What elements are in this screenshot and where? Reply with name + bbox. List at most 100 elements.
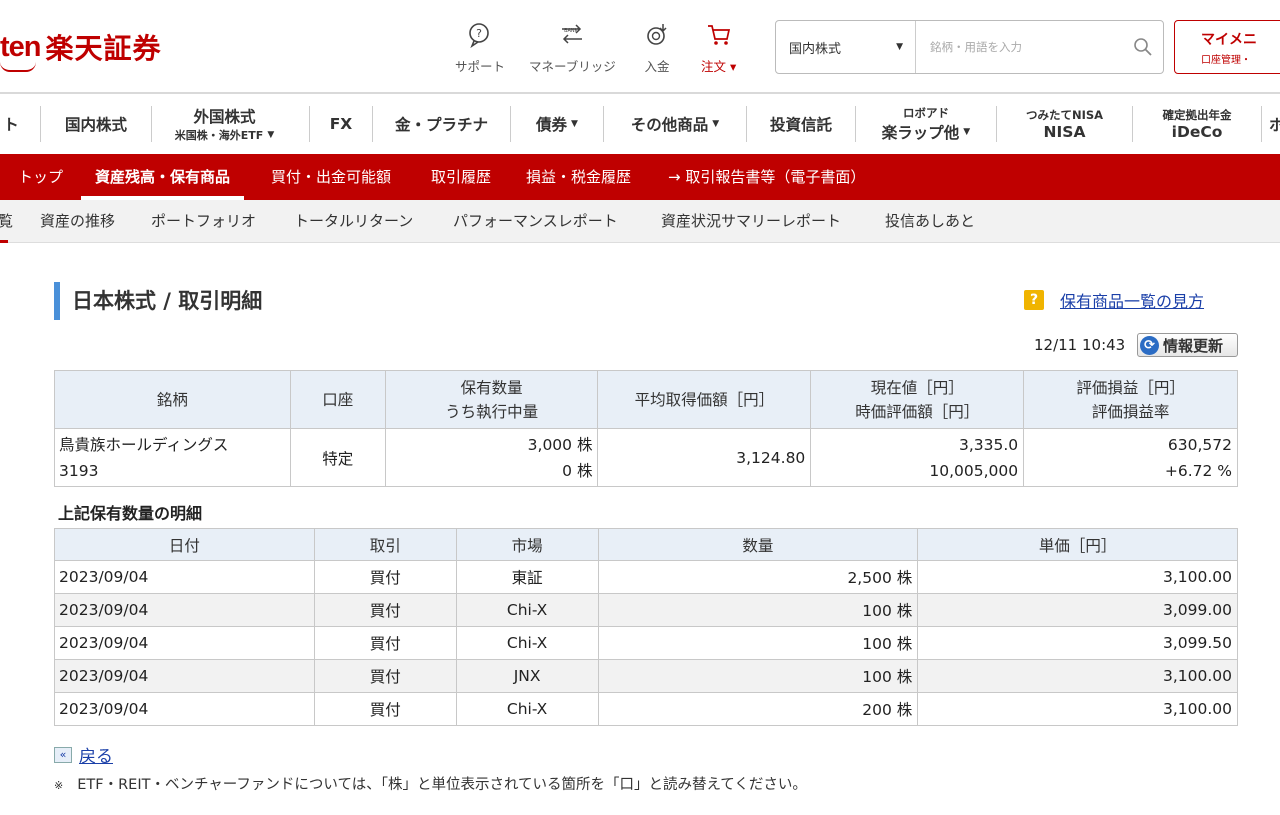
tab-asset-trend[interactable]: 資産の推移 — [40, 200, 115, 243]
support-label: サポート — [455, 59, 506, 74]
deposit-label: 入金 — [644, 59, 670, 74]
nav-item-foreign-stock[interactable]: 外国株式 米国株・海外ETF ▼ — [152, 94, 297, 154]
nav-label: iDeCo — [1171, 123, 1223, 141]
tab-pl-tax-history[interactable]: 損益・税金履歴 — [526, 154, 631, 200]
search-input[interactable] — [916, 21, 1123, 73]
search-box: 国内株式 ▼ — [775, 20, 1164, 74]
header-text: 評価損益率 — [1091, 402, 1170, 421]
cell-price: 3,099.00 — [917, 593, 1238, 627]
table-header-row: 銘柄 口座 保有数量 うち執行中量 平均取得価額［円］ 現在値［円］ 時価評価額［円… — [54, 370, 1238, 429]
support-button[interactable]: ? サポート — [455, 22, 505, 75]
search-category-select[interactable]: 国内株式 ▼ — [776, 21, 916, 73]
nav-toplabel: つみたてNISA — [1025, 108, 1104, 122]
chevron-down-icon: ▼ — [896, 42, 903, 52]
cell-market: Chi-X — [455, 692, 599, 726]
nav-item-gold[interactable]: 金・プラチナ — [373, 94, 510, 154]
note-text: ETF・REIT・ベンチャーファンドについては、「株」と単位表示されている箇所を… — [77, 777, 807, 793]
table-row: 2023/09/04 買付 東証 2,500 株 3,100.00 — [54, 560, 1238, 594]
nav-item-fx[interactable]: FX — [310, 94, 372, 154]
table-row: 2023/09/04 買付 Chi-X 100 株 3,099.50 — [54, 626, 1238, 660]
svg-text:?: ? — [476, 27, 482, 40]
cell-date: 2023/09/04 — [54, 692, 315, 726]
table-header-row: 日付 取引 市場 数量 単価［円］ — [54, 528, 1238, 561]
tab-list-partial[interactable]: 覧 — [0, 200, 13, 243]
refresh-icon: ⟳ — [1140, 335, 1159, 355]
chevron-down-icon: ▼ — [712, 119, 720, 129]
refresh-button[interactable]: ⟳ 情報更新 — [1137, 333, 1238, 357]
tab-summary-report[interactable]: 資産状況サマリーレポート — [661, 200, 841, 243]
cell-market: Chi-X — [455, 626, 599, 660]
nav-item-mutual-fund[interactable]: 投資信託 — [747, 94, 855, 154]
executing-quantity: 0 株 — [562, 461, 593, 480]
chevron-down-icon: ▼ — [571, 119, 578, 129]
current-price: 3,335.0 — [958, 435, 1019, 454]
col-header-qty: 数量 — [597, 528, 919, 561]
tab-trade-history[interactable]: 取引履歴 — [431, 154, 491, 200]
nav-label: 債券 — [536, 116, 568, 134]
nav-item-other-products[interactable]: その他商品 ▼ — [604, 94, 746, 154]
header-text: 保有数量 — [460, 378, 523, 397]
cell-price: 3,099.50 — [917, 626, 1238, 660]
account-type: 特定 — [289, 428, 386, 487]
deposit-icon — [647, 24, 667, 45]
cell-date: 2023/09/04 — [54, 626, 315, 660]
cell-market: 東証 — [455, 560, 599, 594]
nav-item-partial-right[interactable]: ポ — [1262, 94, 1280, 154]
back-link[interactable]: « 戻る — [54, 742, 113, 767]
rakuten-logo[interactable]: ten 楽天証券 — [0, 24, 162, 72]
table-row: 鳥貴族ホールディングス 3193 特定 3,000 株 0 株 3,124.80 3… — [54, 428, 1238, 487]
question-icon: ? — [1024, 290, 1044, 310]
tab-assets-holdings[interactable]: 資産残高・保有商品 — [80, 154, 245, 200]
nav-label: NISA — [1043, 123, 1086, 141]
header-text: 時価評価額［円］ — [855, 402, 980, 421]
avg-price: 3,124.80 — [597, 428, 812, 487]
stock-code: 3193 — [59, 461, 99, 480]
quantity: 3,000 株 — [527, 435, 593, 454]
nav-item-robo-advisor[interactable]: ロボアド 楽ラップ他 ▼ — [856, 94, 996, 154]
cell-date: 2023/09/04 — [54, 560, 315, 594]
col-header-trade: 取引 — [313, 528, 457, 561]
nav-sublabel: 米国株・海外ETF — [174, 129, 264, 142]
deposit-button[interactable]: 入金 — [644, 22, 670, 75]
nav-item-ideco[interactable]: 確定拠出年金 iDeCo — [1133, 94, 1261, 154]
tab-buying-power[interactable]: 買付・出金可能額 — [271, 154, 391, 200]
tab-performance-report[interactable]: パフォーマンスレポート — [453, 200, 618, 243]
footnote: ※ ETF・REIT・ベンチャーファンドについては、「株」と単位表示されている箇所… — [54, 773, 807, 794]
header-text: 評価損益［円］ — [1076, 378, 1185, 397]
detail-table: 日付 取引 市場 数量 単価［円］ 2023/09/04 買付 東証 2,500… — [54, 528, 1238, 726]
tab-fund-footprint[interactable]: 投信あしあと — [885, 200, 975, 243]
nav-toplabel: ロボアド — [903, 106, 949, 120]
cell-qty: 2,500 株 — [597, 560, 919, 594]
tab-total-return[interactable]: トータルリターン — [294, 200, 413, 243]
nav-label: ト — [3, 116, 19, 134]
header-text: 現在値［円］ — [870, 378, 964, 397]
tab-portfolio[interactable]: ポートフォリオ — [151, 200, 256, 243]
nav-item-bond[interactable]: 債券 ▼ — [511, 94, 603, 154]
col-header-market: 市場 — [455, 528, 599, 561]
cell-market: Chi-X — [455, 593, 599, 627]
cell-market: JNX — [455, 659, 599, 693]
my-menu-button[interactable]: マイメニ 口座管理・ — [1174, 20, 1280, 74]
support-icon: ? — [469, 23, 489, 48]
table-row: 2023/09/04 買付 JNX 100 株 3,100.00 — [54, 659, 1238, 693]
nav-item-nisa[interactable]: つみたてNISA NISA — [997, 94, 1132, 154]
site-header: ten 楽天証券 ? サポート BANK マネーブリッジ 入金 注文 ▾ 国内株… — [0, 0, 1280, 92]
chevron-down-icon: ▼ — [267, 130, 275, 140]
logo-swoosh — [0, 62, 36, 72]
cell-trade: 買付 — [313, 560, 457, 594]
tab-top[interactable]: トップ — [18, 154, 63, 200]
money-bridge-button[interactable]: BANK マネーブリッジ — [529, 22, 616, 75]
col-header-quantity: 保有数量うち執行中量 — [384, 370, 599, 429]
svg-text:BANK: BANK — [564, 28, 579, 34]
tab-trade-reports[interactable]: → 取引報告書等（電子書面） — [668, 154, 865, 200]
cell-price: 3,100.00 — [917, 560, 1238, 594]
nav-item-domestic-stock[interactable]: 国内株式 — [41, 94, 151, 154]
nav-item-partial[interactable]: ト — [0, 94, 22, 154]
search-icon[interactable] — [1123, 37, 1163, 57]
header-text: うち執行中量 — [445, 402, 539, 421]
col-header-pl: 評価損益［円］ 評価損益率 — [1023, 370, 1238, 429]
cell-price: 3,100.00 — [917, 692, 1238, 726]
header-text: 銘柄 — [156, 390, 188, 409]
help-link[interactable]: ? 保有商品一覧の見方 — [1024, 288, 1204, 312]
order-button[interactable]: 注文 ▾ — [701, 22, 736, 75]
